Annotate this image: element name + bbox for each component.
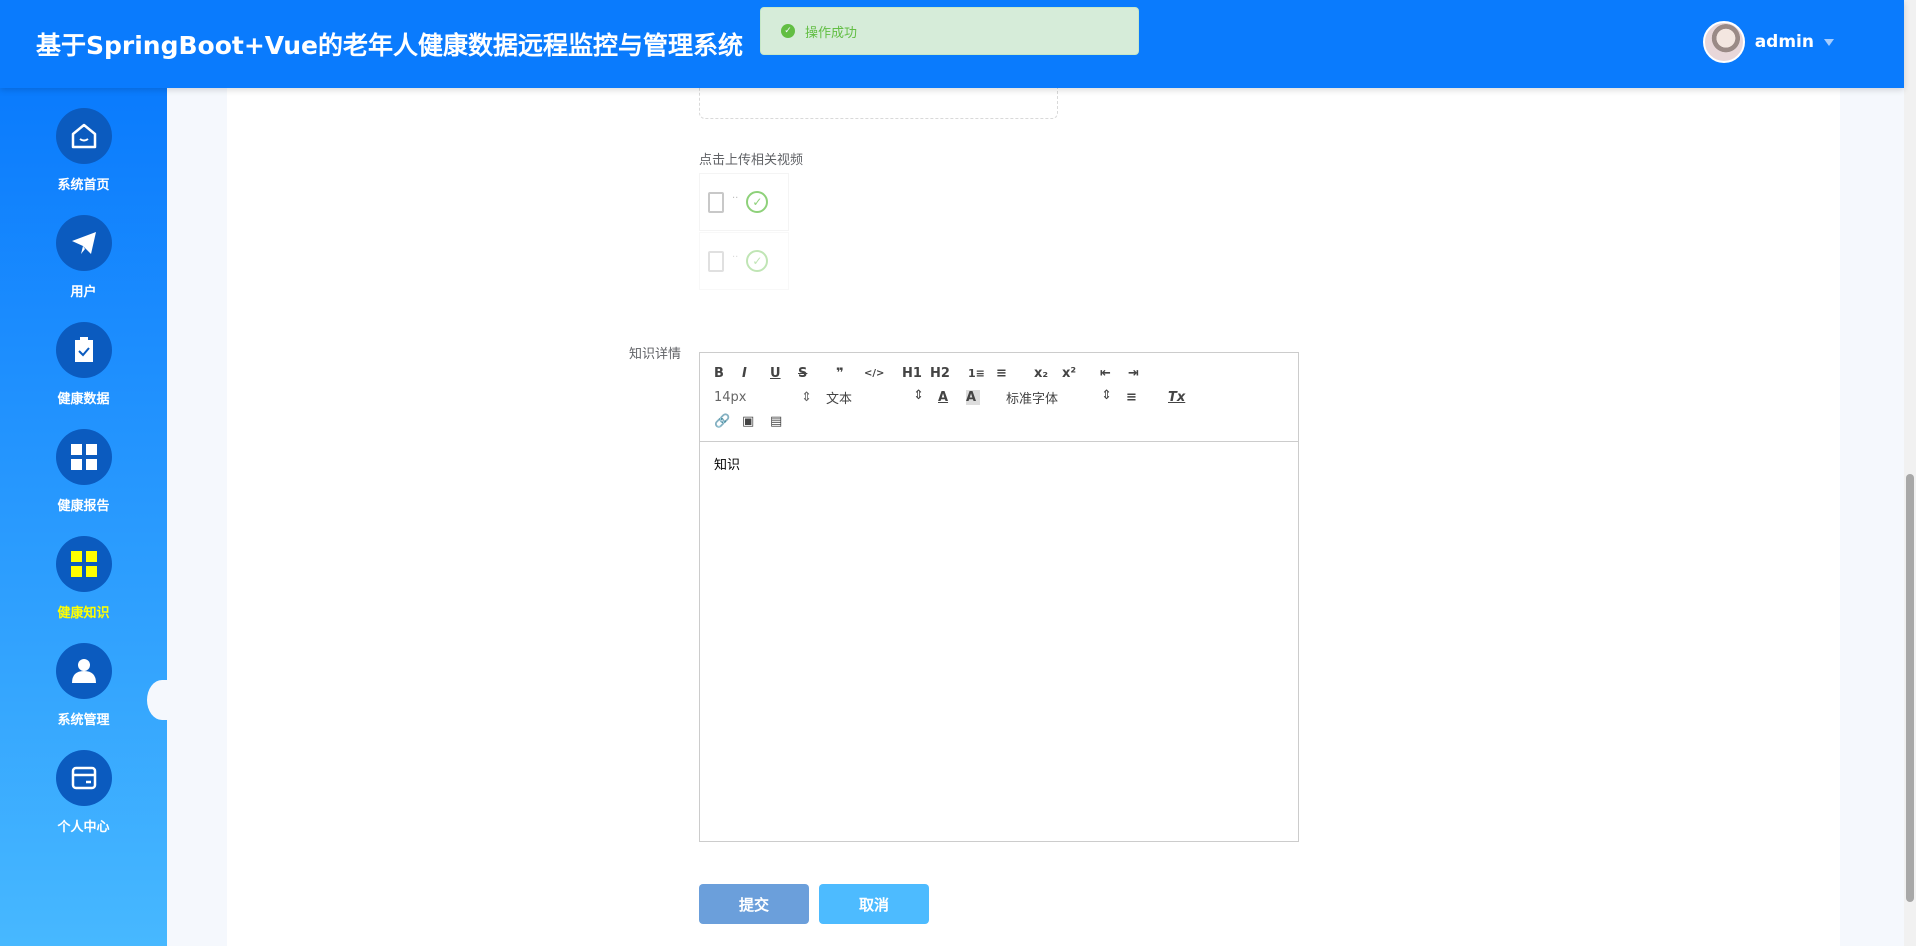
sidebar-item-label: 系统管理 <box>57 713 110 728</box>
file-name: .. <box>732 189 739 201</box>
ordered-list-button[interactable]: 1≡ <box>968 367 996 380</box>
align-button[interactable]: ≡ <box>1126 390 1154 405</box>
image-button[interactable]: ▣ <box>742 414 770 429</box>
font-family-select[interactable]: 标准字体 ⇕ <box>1006 388 1126 407</box>
detail-label: 知识详情 <box>629 347 682 362</box>
outdent-button[interactable]: ⇤ <box>1100 366 1128 381</box>
document-icon <box>708 250 724 272</box>
sidebar-item-health-data[interactable]: 健康数据 <box>0 322 167 407</box>
sidebar-item-users[interactable]: 用户 <box>0 215 167 300</box>
select-arrows-icon: ⇕ <box>801 389 812 405</box>
sidebar-item-label: 健康数据 <box>57 392 110 407</box>
success-check-icon: ✓ <box>746 191 769 213</box>
sidebar-item-label: 健康报告 <box>57 499 110 514</box>
check-circle-icon: ✓ <box>781 24 795 38</box>
success-check-icon: ✓ <box>746 250 769 272</box>
home-icon <box>55 108 112 164</box>
wallet-icon <box>55 750 112 806</box>
rich-text-editor: B I U S ❞ </> H1 H2 1≡ ≡ x₂ x² ⇤ ⇥ 14px ⇕… <box>699 352 1299 842</box>
font-size-select[interactable]: 14px ⇕ <box>714 390 826 405</box>
code-block-button[interactable]: </> <box>864 368 892 379</box>
bold-button[interactable]: B <box>714 366 742 381</box>
editor-content[interactable]: 知识 <box>700 442 1298 485</box>
app-title: 基于SpringBoot+Vue的老年人健康数据远程监控与管理系统 <box>36 31 744 60</box>
document-icon <box>708 191 724 213</box>
success-toast: ✓ 操作成功 <box>760 7 1139 55</box>
text-color-button[interactable]: A <box>938 390 966 405</box>
select-arrows-icon: ⇕ <box>1101 387 1112 403</box>
file-name: .. <box>732 248 739 260</box>
clean-format-button[interactable]: Tx <box>1168 390 1196 405</box>
sidebar-item-health-knowledge[interactable]: 健康知识 <box>0 536 167 621</box>
subscript-button[interactable]: x₂ <box>1034 366 1062 381</box>
h1-button[interactable]: H1 <box>902 366 930 381</box>
video-upload-label[interactable]: 点击上传相关视频 <box>699 149 803 168</box>
link-button[interactable]: 🔗 <box>714 414 742 429</box>
cancel-button[interactable]: 取消 <box>819 884 929 924</box>
user-icon <box>55 643 112 699</box>
uploaded-file-item[interactable]: .. ✓ <box>699 232 789 290</box>
scrollbar[interactable] <box>1904 0 1916 946</box>
sidebar: 系统首页 用户 健康数据 健康报告 健康知识 系统管理 个人中心 <box>0 88 177 946</box>
user-menu[interactable]: admin <box>1702 21 1834 63</box>
sidebar-item-personal-center[interactable]: 个人中心 <box>0 750 167 835</box>
video-button[interactable]: ▤ <box>770 414 798 429</box>
underline-button[interactable]: U <box>770 366 798 381</box>
header-select[interactable]: 文本 ⇕ <box>826 388 938 407</box>
bullet-list-button[interactable]: ≡ <box>996 366 1024 381</box>
clipboard-check-icon <box>55 322 112 378</box>
sidebar-item-label: 用户 <box>70 285 97 300</box>
superscript-button[interactable]: x² <box>1062 366 1090 381</box>
background-color-button[interactable]: A <box>966 389 980 405</box>
font-family-value: 标准字体 <box>1006 391 1059 407</box>
avatar[interactable] <box>1702 21 1745 63</box>
sidebar-item-label: 个人中心 <box>57 820 110 835</box>
paper-plane-icon <box>55 215 112 271</box>
strike-button[interactable]: S <box>798 366 826 381</box>
uploaded-file-item[interactable]: .. ✓ <box>699 173 789 231</box>
username[interactable]: admin <box>1755 32 1814 52</box>
submit-button[interactable]: 提交 <box>699 884 809 924</box>
active-indicator <box>147 680 177 720</box>
grid-icon <box>55 536 112 592</box>
indent-button[interactable]: ⇥ <box>1128 366 1156 381</box>
toast-message: 操作成功 <box>805 25 858 41</box>
caret-down-icon[interactable] <box>1824 38 1834 46</box>
select-arrows-icon: ⇕ <box>913 387 924 403</box>
grid-icon <box>55 429 112 485</box>
blockquote-button[interactable]: ❞ <box>836 366 864 381</box>
sidebar-item-label: 健康知识 <box>57 606 110 621</box>
h2-button[interactable]: H2 <box>930 366 958 381</box>
header-value: 文本 <box>826 391 853 407</box>
sidebar-item-system-management[interactable]: 系统管理 <box>0 643 167 728</box>
italic-button[interactable]: I <box>742 366 770 381</box>
sidebar-item-health-report[interactable]: 健康报告 <box>0 429 167 514</box>
sidebar-item-label: 系统首页 <box>57 178 110 193</box>
sidebar-item-home[interactable]: 系统首页 <box>0 108 167 193</box>
editor-toolbar: B I U S ❞ </> H1 H2 1≡ ≡ x₂ x² ⇤ ⇥ 14px ⇕… <box>700 353 1298 442</box>
font-size-value: 14px <box>714 389 747 405</box>
scrollbar-thumb[interactable] <box>1906 474 1914 902</box>
